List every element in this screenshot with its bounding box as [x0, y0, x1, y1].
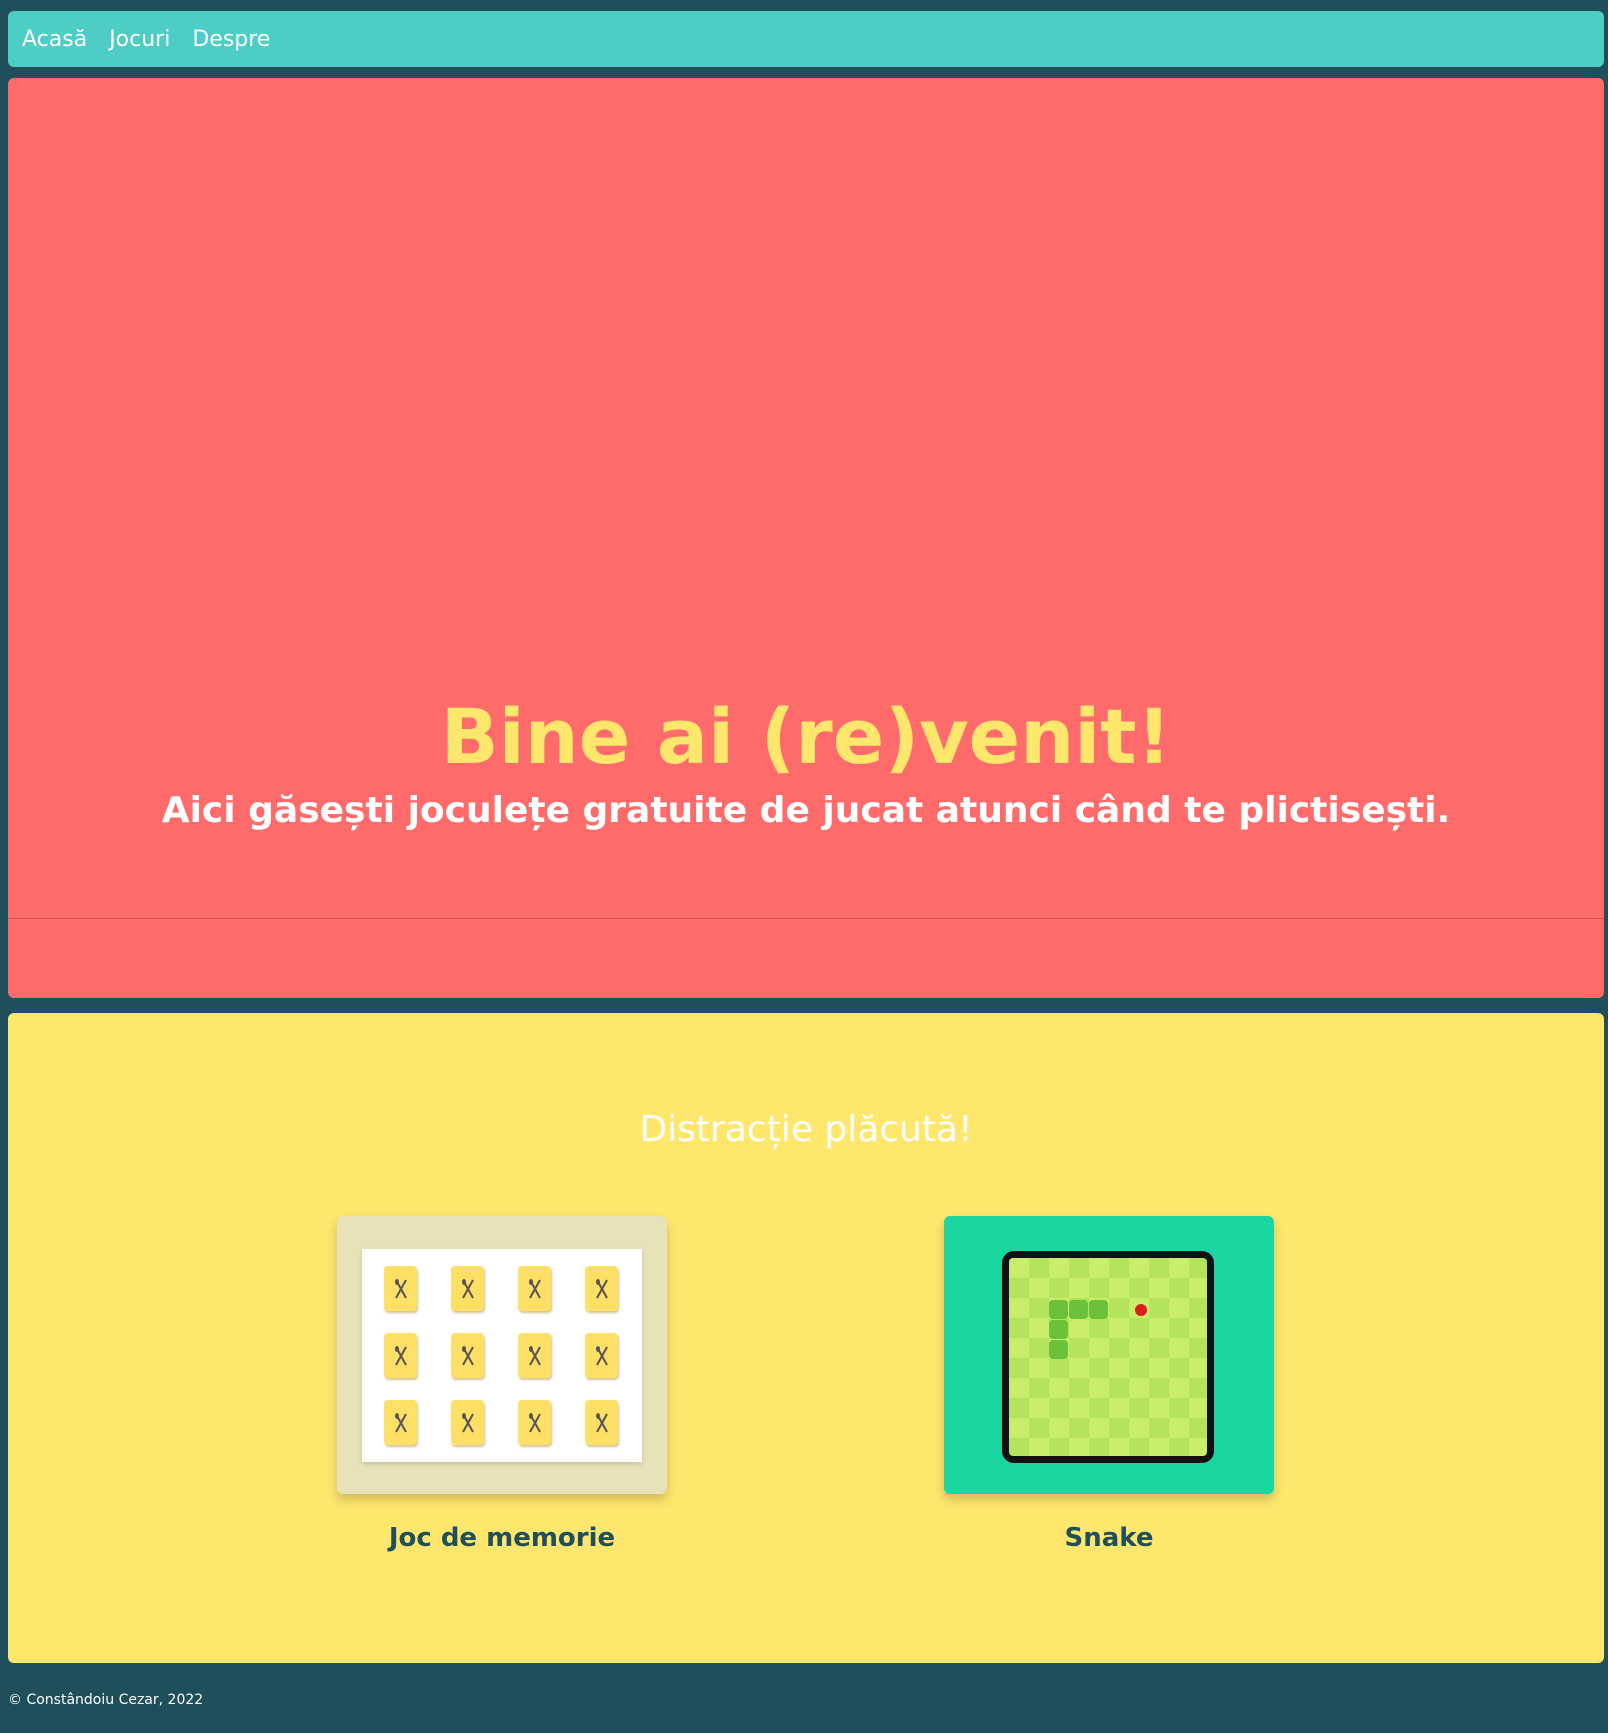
fork-knife-icon: [528, 1345, 541, 1365]
hero-divider: [8, 918, 1604, 919]
snake-grid: [1009, 1258, 1207, 1456]
fork-knife-icon: [461, 1345, 474, 1365]
snake-segment: [1069, 1300, 1088, 1319]
memory-game-label[interactable]: Joc de memorie: [337, 1523, 667, 1553]
memory-card-icon: [518, 1333, 551, 1378]
snake-game-label[interactable]: Snake: [944, 1523, 1274, 1553]
memory-card-icon: [451, 1333, 484, 1378]
memory-card-icon: [384, 1266, 417, 1311]
fork-knife-icon: [461, 1412, 474, 1432]
apple-icon: [1135, 1304, 1147, 1316]
memory-card-icon: [585, 1266, 618, 1311]
memory-card-icon: [384, 1400, 417, 1445]
memory-card-icon: [518, 1400, 551, 1445]
memory-card-icon: [518, 1266, 551, 1311]
fork-knife-icon: [394, 1278, 407, 1298]
memory-card-icon: [451, 1266, 484, 1311]
snake-segment: [1049, 1340, 1068, 1359]
memory-card-icon: [585, 1333, 618, 1378]
snake-segment: [1049, 1320, 1068, 1339]
memory-game-card[interactable]: [337, 1216, 667, 1494]
games-section: Distracție plăcută! Joc de memorie Snake: [8, 1013, 1604, 1663]
memory-cards-icon: [362, 1249, 642, 1462]
hero-title: Bine ai (re)venit!: [440, 692, 1172, 781]
fork-knife-icon: [394, 1345, 407, 1365]
memory-card-icon: [384, 1333, 417, 1378]
memory-card-icon: [585, 1400, 618, 1445]
fork-knife-icon: [595, 1278, 608, 1298]
memory-card-icon: [451, 1400, 484, 1445]
snake-game-card[interactable]: [944, 1216, 1274, 1494]
snake-segment: [1049, 1300, 1068, 1319]
snake-board-icon: [1002, 1251, 1214, 1463]
fork-knife-icon: [461, 1278, 474, 1298]
fork-knife-icon: [394, 1412, 407, 1432]
fork-knife-icon: [528, 1278, 541, 1298]
nav-link-home[interactable]: Acasă: [22, 27, 87, 52]
navbar: Acasă Jocuri Despre: [8, 11, 1604, 67]
nav-link-games[interactable]: Jocuri: [109, 27, 170, 52]
fork-knife-icon: [595, 1345, 608, 1365]
hero-subtitle: Aici găsești joculețe gratuite de jucat …: [161, 790, 1451, 831]
fork-knife-icon: [528, 1412, 541, 1432]
hero-section: Bine ai (re)venit! Aici găsești joculețe…: [8, 78, 1604, 998]
footer-copyright: © Constândoiu Cezar, 2022: [8, 1692, 204, 1708]
games-heading: Distracție plăcută!: [639, 1109, 973, 1150]
nav-link-about[interactable]: Despre: [192, 27, 270, 52]
snake-segment: [1089, 1300, 1108, 1319]
fork-knife-icon: [595, 1412, 608, 1432]
